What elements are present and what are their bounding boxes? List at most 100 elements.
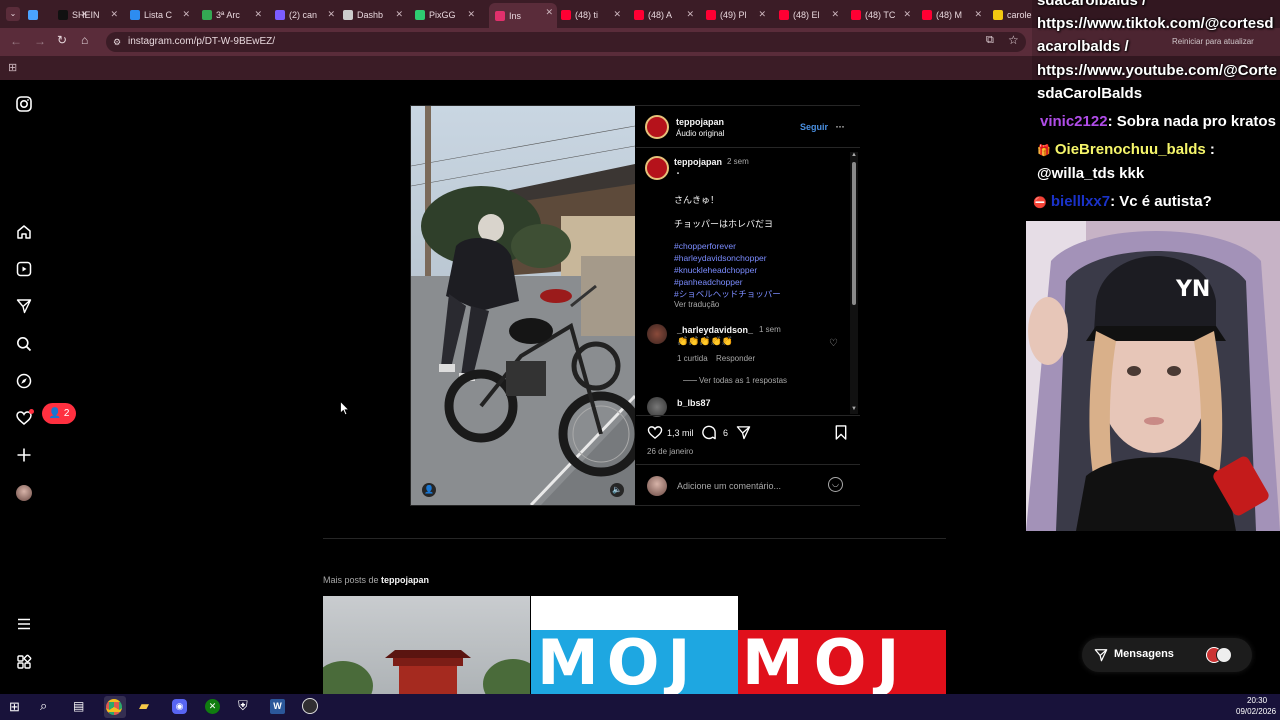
tagged-people-icon[interactable]: 👤 [422,483,436,497]
browser-tab[interactable]: (48) TC ✕ [851,5,919,25]
search-nav-icon[interactable] [16,336,32,352]
browser-tab[interactable]: (49) Pl ✕ [706,5,774,25]
tab-close-icon[interactable]: ✕ [467,9,475,20]
reels-nav-icon[interactable] [16,261,32,277]
home-nav-icon[interactable] [16,224,32,240]
comment-time[interactable]: 1 sem [759,325,781,334]
address-bar[interactable]: ⚙ instagram.com/p/DT-W-9BEwEZ/ [106,32,1026,52]
share-icon[interactable] [736,425,751,440]
browser-tab[interactable]: Lista C ✕ [130,5,198,25]
more-menu-icon[interactable] [16,616,32,632]
tab-close-icon[interactable]: ✕ [327,9,335,20]
comment-likes[interactable]: 1 curtida [677,354,708,363]
browser-tab[interactable]: (48) El ✕ [779,5,847,25]
follow-button[interactable]: Seguir [800,122,828,132]
comment-count[interactable]: 6 [723,428,728,438]
instagram-logo-icon[interactable] [16,96,32,112]
post-video[interactable]: 👤 🔈 [411,106,635,505]
emoji-icon[interactable]: ◡ [828,477,843,492]
comment-bubble-icon[interactable] [701,425,717,440]
post-thumbnail[interactable]: MOJ [531,596,738,694]
file-explorer-icon[interactable]: ▰ [139,698,149,714]
taskbar-search-icon[interactable]: ⌕ [40,698,47,714]
post-thumbnail[interactable] [323,596,530,694]
obs-icon[interactable] [302,698,318,714]
tab-close-icon[interactable]: ✕ [758,9,766,20]
commenter-avatar[interactable] [647,397,667,417]
hashtag-link[interactable]: #knuckleheadchopper [674,264,757,276]
notification-badge[interactable]: 👤 2 [42,403,76,424]
hashtag-link[interactable]: #harleydavidsonchopper [674,252,767,264]
post-thumbnail[interactable]: MOJ [738,596,946,694]
xbox-icon[interactable]: ✕ [205,699,220,714]
browser-tab[interactable]: Dashb ✕ [343,5,411,25]
messages-button[interactable]: Mensagens [1082,638,1252,672]
comments-scrollbar[interactable]: ▲ ▼ [850,152,858,414]
browser-tab[interactable]: (48) ti ✕ [561,5,629,25]
comment-username[interactable]: b_lbs87 [677,398,711,408]
author-avatar[interactable] [645,115,669,139]
direct-nav-icon[interactable] [16,298,32,314]
tab-close-icon[interactable]: ✕ [903,9,911,20]
tab-close-icon[interactable]: ✕ [545,7,553,18]
tab-close-icon[interactable]: ✕ [831,9,839,20]
browser-tab[interactable]: (48) M ✕ [922,5,990,25]
audio-label[interactable]: Áudio original [676,129,724,138]
install-app-icon[interactable]: ⧉ [986,34,994,47]
caption-username[interactable]: teppojapan [674,157,722,167]
security-shield-icon[interactable]: ⛨ [238,698,248,714]
word-icon[interactable]: W [270,699,285,714]
tab-search-icon[interactable]: ⌄ [6,7,20,21]
tab-close-icon[interactable]: ✕ [395,9,403,20]
home-icon[interactable]: ⌂ [81,33,88,47]
clock-date[interactable]: 09/02/2026 [1236,707,1276,716]
discord-icon[interactable]: ◉ [172,699,187,714]
mute-toggle-icon[interactable]: 🔈 [610,483,624,497]
browser-tab[interactable]: (2) can ✕ [275,5,343,25]
commenter-avatar[interactable] [647,324,667,344]
scroll-down-icon[interactable]: ▼ [851,406,857,412]
start-windows-icon[interactable]: ⊞ [9,699,20,715]
translate-link[interactable]: Ver tradução [674,300,719,309]
profile-avatar[interactable] [16,485,32,501]
add-comment-input[interactable]: Adicione um comentário... [677,481,781,491]
task-view-icon[interactable]: ▤ [73,699,84,713]
browser-tab[interactable]: 3ª Arc ✕ [202,5,270,25]
explore-nav-icon[interactable] [16,373,32,389]
comment-like-icon[interactable]: ♡ [829,338,838,349]
save-bookmark-icon[interactable] [835,425,847,440]
caption-time[interactable]: 2 sem [727,157,749,166]
hashtag-link[interactable]: #panheadchopper [674,276,743,288]
site-info-icon[interactable]: ⚙ [113,32,121,52]
browser-tab[interactable]: Ins ✕ [489,3,557,28]
browser-tab[interactable]: PixGG ✕ [415,5,483,25]
hashtag-link[interactable]: #chopperforever [674,240,736,252]
meta-apps-icon[interactable] [16,654,32,670]
forward-icon[interactable]: → [34,34,46,48]
apps-grid-icon[interactable]: ⊞ [8,61,17,74]
caption-avatar[interactable] [645,156,669,180]
reload-icon[interactable]: ↻ [57,33,67,47]
comment-username[interactable]: _harleydavidson_ [677,325,753,335]
browser-tab[interactable]: SHEIN ✕ [58,5,126,25]
like-heart-icon[interactable] [647,425,663,440]
create-plus-icon[interactable] [16,447,32,463]
scrollbar-thumb[interactable] [852,162,856,305]
comment-reply[interactable]: Responder [716,354,755,363]
view-replies-link[interactable]: Ver todas as 1 respostas [699,376,787,385]
clock-time[interactable]: 20:30 [1247,696,1267,705]
tab-close-icon[interactable]: ✕ [613,9,621,20]
browser-tab[interactable]: carole [993,5,1033,25]
hashtag-link[interactable]: #ショベルヘッドチョッパー [674,288,781,300]
bookmark-star-icon[interactable]: ☆ [1008,33,1019,47]
more-posts-user[interactable]: teppojapan [381,575,429,585]
tab-close-icon[interactable]: ✕ [182,9,190,20]
browser-tab[interactable]: (48) A ✕ [634,5,702,25]
tab-close-icon[interactable]: ✕ [110,9,118,20]
back-icon[interactable]: ← [10,34,22,48]
post-options-icon[interactable]: ··· [835,119,845,133]
tab-close-icon[interactable]: ✕ [974,9,982,20]
tab-close-icon[interactable]: ✕ [686,9,694,20]
like-count[interactable]: 1,3 mil [667,428,694,438]
author-username[interactable]: teppojapan [676,117,724,127]
